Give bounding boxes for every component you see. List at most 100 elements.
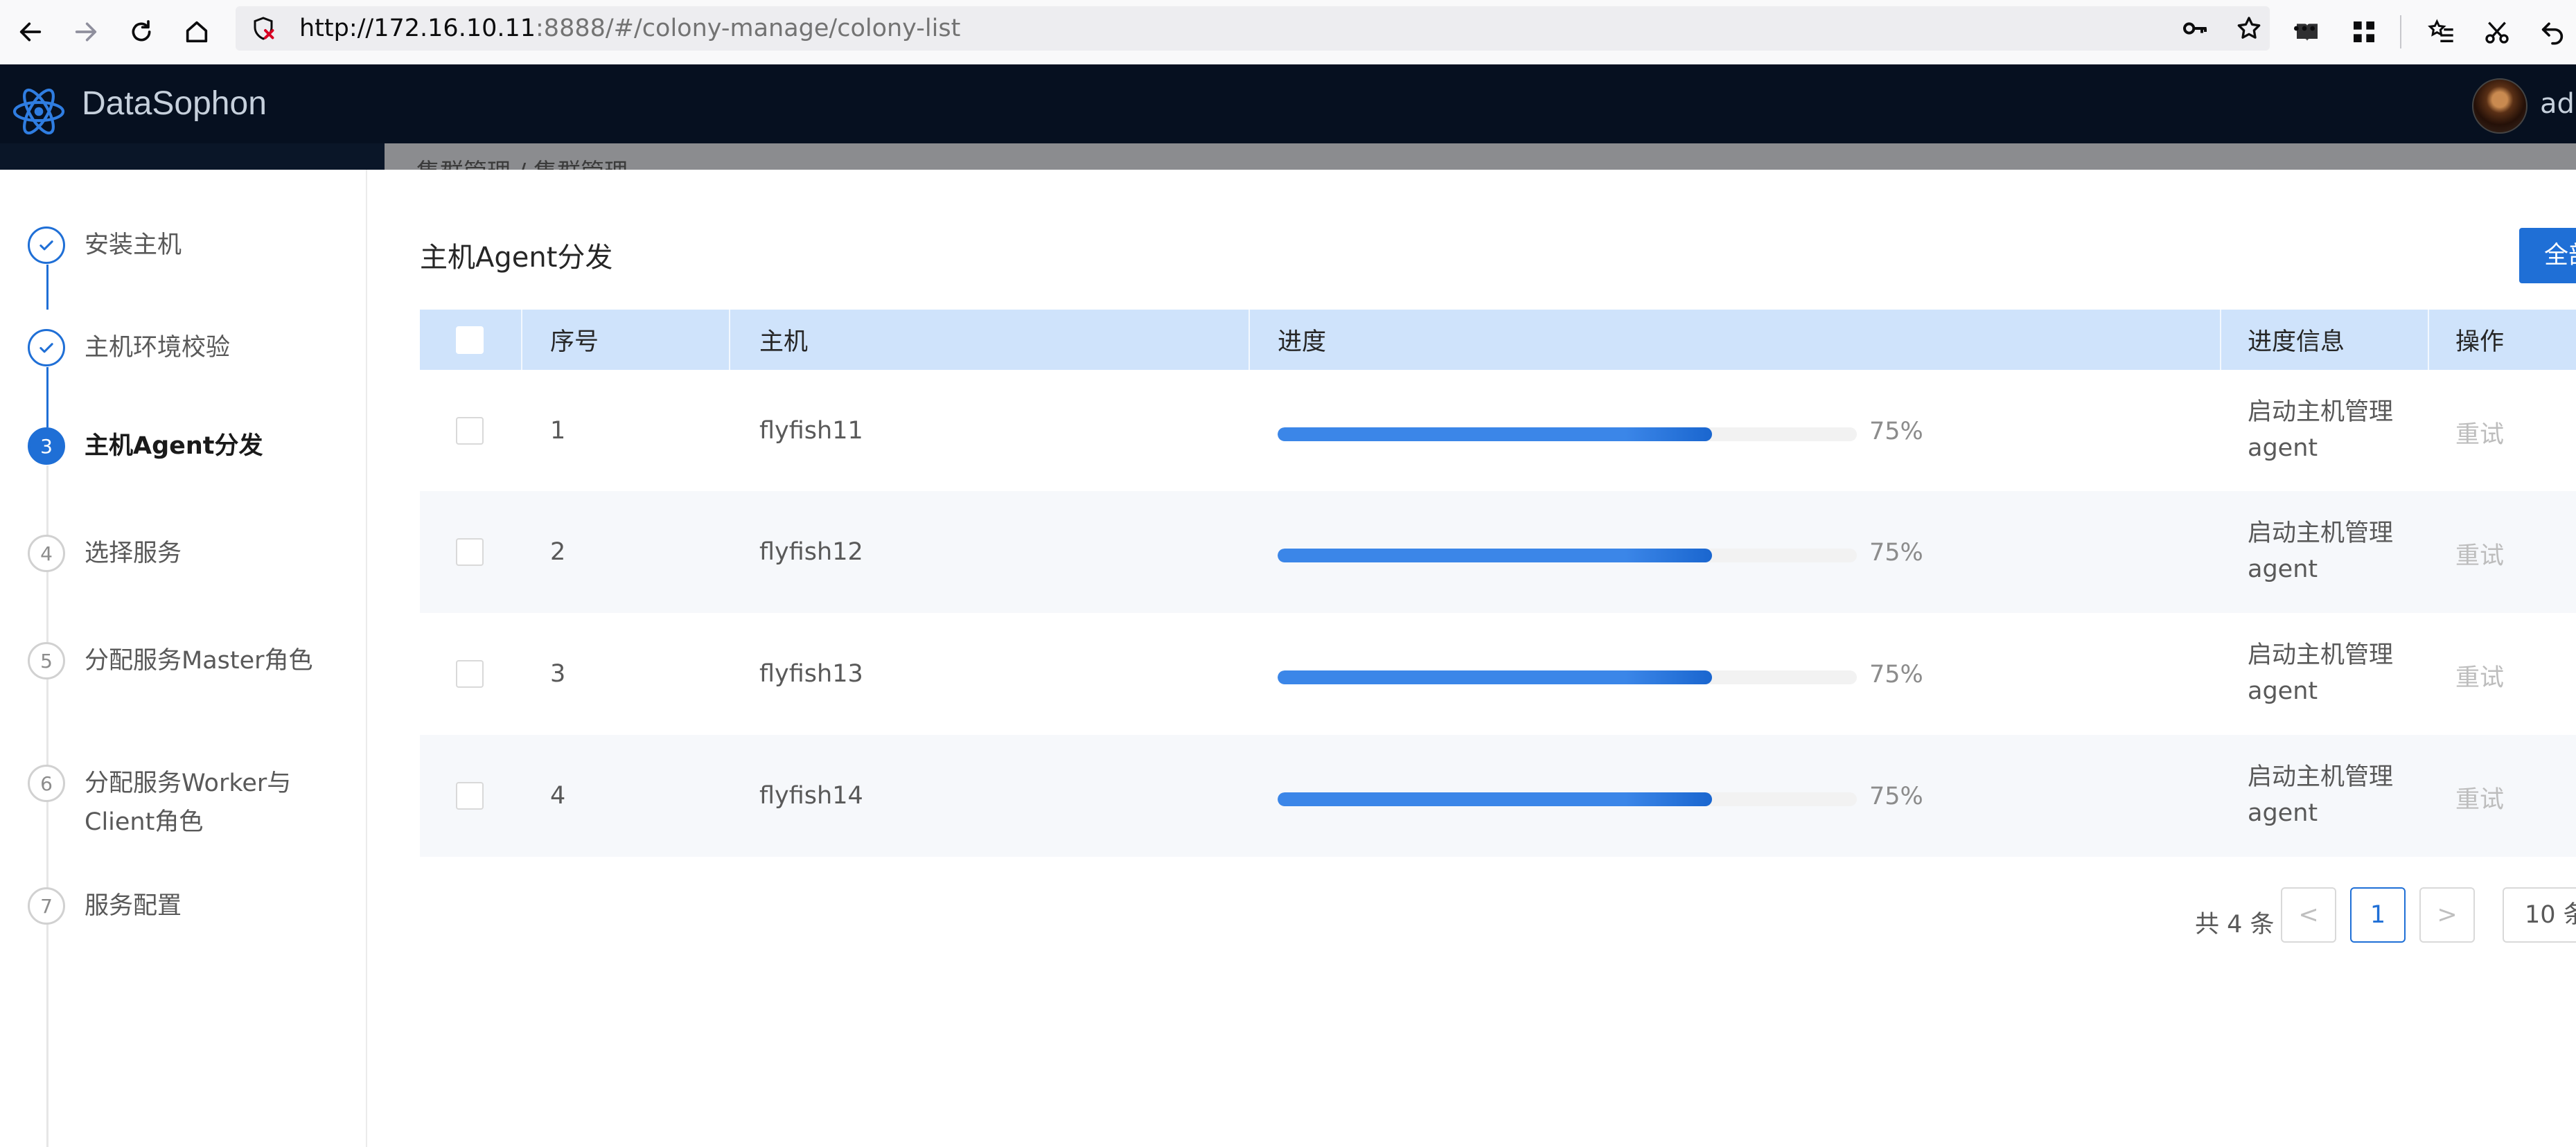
progress-percent: 75% [1869,783,1923,810]
home-icon [186,21,208,43]
underlay-sidebar [0,143,385,170]
distribute-all-button[interactable]: 全部 [2519,228,2576,283]
retry-button[interactable]: 重试 [2455,780,2504,815]
row-index: 3 [550,660,566,688]
progress-bar-fill [1278,792,1712,806]
url-bar[interactable]: http://172.16.10.11:8888/#/colony-manage… [236,6,2315,51]
row-index: 4 [550,782,566,810]
progress-bar [1278,792,1857,806]
retry-button[interactable]: 重试 [2455,415,2504,450]
row-checkbox[interactable] [456,660,484,688]
header-progress: 进度 [1278,328,1327,356]
progress-bar [1278,427,1857,441]
step-5-number: 5 [28,642,65,679]
progress-info: 启动主机管理agent [2248,398,2394,462]
progress-bar-fill [1278,427,1712,441]
row-index: 1 [550,416,566,445]
reading-list-icon[interactable] [2289,14,2325,50]
column-divider [1249,310,1250,370]
step-4-label: 选择服务 [85,540,182,567]
row-host: flyfish13 [759,660,863,688]
step-4-number: 4 [28,535,65,572]
progress-percent: 75% [1869,539,1923,567]
back-button[interactable] [10,11,51,53]
step-2-check-icon [28,329,65,366]
favorites-icon[interactable] [2424,14,2460,50]
step-3-number: 3 [28,427,65,465]
table-row: 3 flyfish13 75% 启动主机管理agent 重试 [420,613,2576,735]
row-host: flyfish11 [759,416,863,445]
undo-icon[interactable] [2534,14,2570,50]
column-divider [2428,310,2429,370]
step-6-number: 6 [28,765,65,802]
reload-button[interactable] [121,11,162,53]
arrow-right-icon [75,22,97,42]
select-all-cell [456,310,484,370]
step-6-label: 分配服务Worker与Client角色 [85,770,292,836]
pagination-total: 共 4 条 [2195,911,2275,939]
progress-percent: 75% [1869,661,1923,688]
table-header-row: 序号 主机 进度 进度信息 操作 [420,310,2576,370]
app-title: DataSophon [82,85,267,122]
breadcrumb: 集群管理 / 集群管理 [416,153,628,170]
select-all-checkbox[interactable] [456,326,484,354]
step-7-number: 7 [28,887,65,925]
column-divider [2220,310,2221,370]
table-row: 4 flyfish14 75% 启动主机管理agent 重试 [420,735,2576,857]
row-index: 2 [550,538,566,566]
header-host: 主机 [759,328,809,356]
pagination-page-1[interactable]: 1 [2350,887,2406,943]
progress-bar [1278,549,1857,562]
forward-button[interactable] [65,11,107,53]
home-button[interactable] [176,11,218,53]
retry-button[interactable]: 重试 [2455,536,2504,571]
url-text: http://172.16.10.11:8888/#/colony-manage… [299,6,960,51]
progress-bar-fill [1278,549,1712,562]
row-checkbox[interactable] [456,416,484,445]
panel-title: 主机Agent分发 [420,242,613,274]
bookmark-star-icon[interactable] [2235,15,2263,42]
progress-info: 启动主机管理agent [2248,519,2394,583]
retry-button[interactable]: 重试 [2455,658,2504,693]
datasophon-logo-icon [12,88,65,135]
url-host: http://172.16.10.11 [299,15,536,42]
apps-grid-icon[interactable] [2346,14,2382,50]
scissors-icon[interactable] [2479,14,2515,50]
step-3-label: 主机Agent分发 [85,432,263,460]
row-host: flyfish14 [759,782,863,810]
app-header: DataSophon adm 集群管理 / 集群管理 [0,64,2576,170]
row-checkbox[interactable] [456,538,484,566]
table-row: 2 flyfish12 75% 启动主机管理agent 重试 [420,491,2576,613]
step-2-label: 主机环境校验 [85,334,231,362]
wizard-steps: 安装主机 主机环境校验 3 主机Agent分发 4 选择服务 5 分配服务Mas… [0,170,367,1147]
header-index: 序号 [550,328,599,356]
username[interactable]: adm [2540,64,2576,143]
step-1-label: 安装主机 [85,231,182,259]
insecure-connection-icon[interactable] [251,16,276,41]
progress-bar [1278,670,1857,684]
pagination-next-button[interactable]: > [2419,887,2475,943]
step-connector [46,367,48,427]
progress-percent: 75% [1869,418,1923,445]
progress-info: 启动主机管理agent [2248,641,2394,705]
page-size-select[interactable]: 10 条/页 [2503,887,2576,943]
toolbar-divider [2400,15,2401,48]
step-7-label: 服务配置 [85,892,182,920]
progress-info: 启动主机管理agent [2248,763,2394,827]
step-connector [46,265,48,310]
browser-toolbar: http://172.16.10.11:8888/#/colony-manage… [0,0,2576,65]
row-select-cell [456,613,484,735]
reload-icon [132,20,151,42]
row-select-cell [456,370,484,491]
header-progress-info: 进度信息 [2248,328,2345,356]
step-5-label: 分配服务Master角色 [85,647,313,675]
url-path: :8888/#/colony-manage/colony-list [536,15,961,42]
column-divider [521,310,522,370]
column-divider [729,310,730,370]
underlay-content: 集群管理 / 集群管理 [385,143,2576,170]
avatar[interactable] [2472,78,2528,134]
key-icon[interactable] [2181,15,2209,42]
cluster-wizard-dialog: 安装主机 主机环境校验 3 主机Agent分发 4 选择服务 5 分配服务Mas… [0,170,2576,1147]
row-checkbox[interactable] [456,782,484,810]
pagination-prev-button[interactable]: < [2281,887,2336,943]
